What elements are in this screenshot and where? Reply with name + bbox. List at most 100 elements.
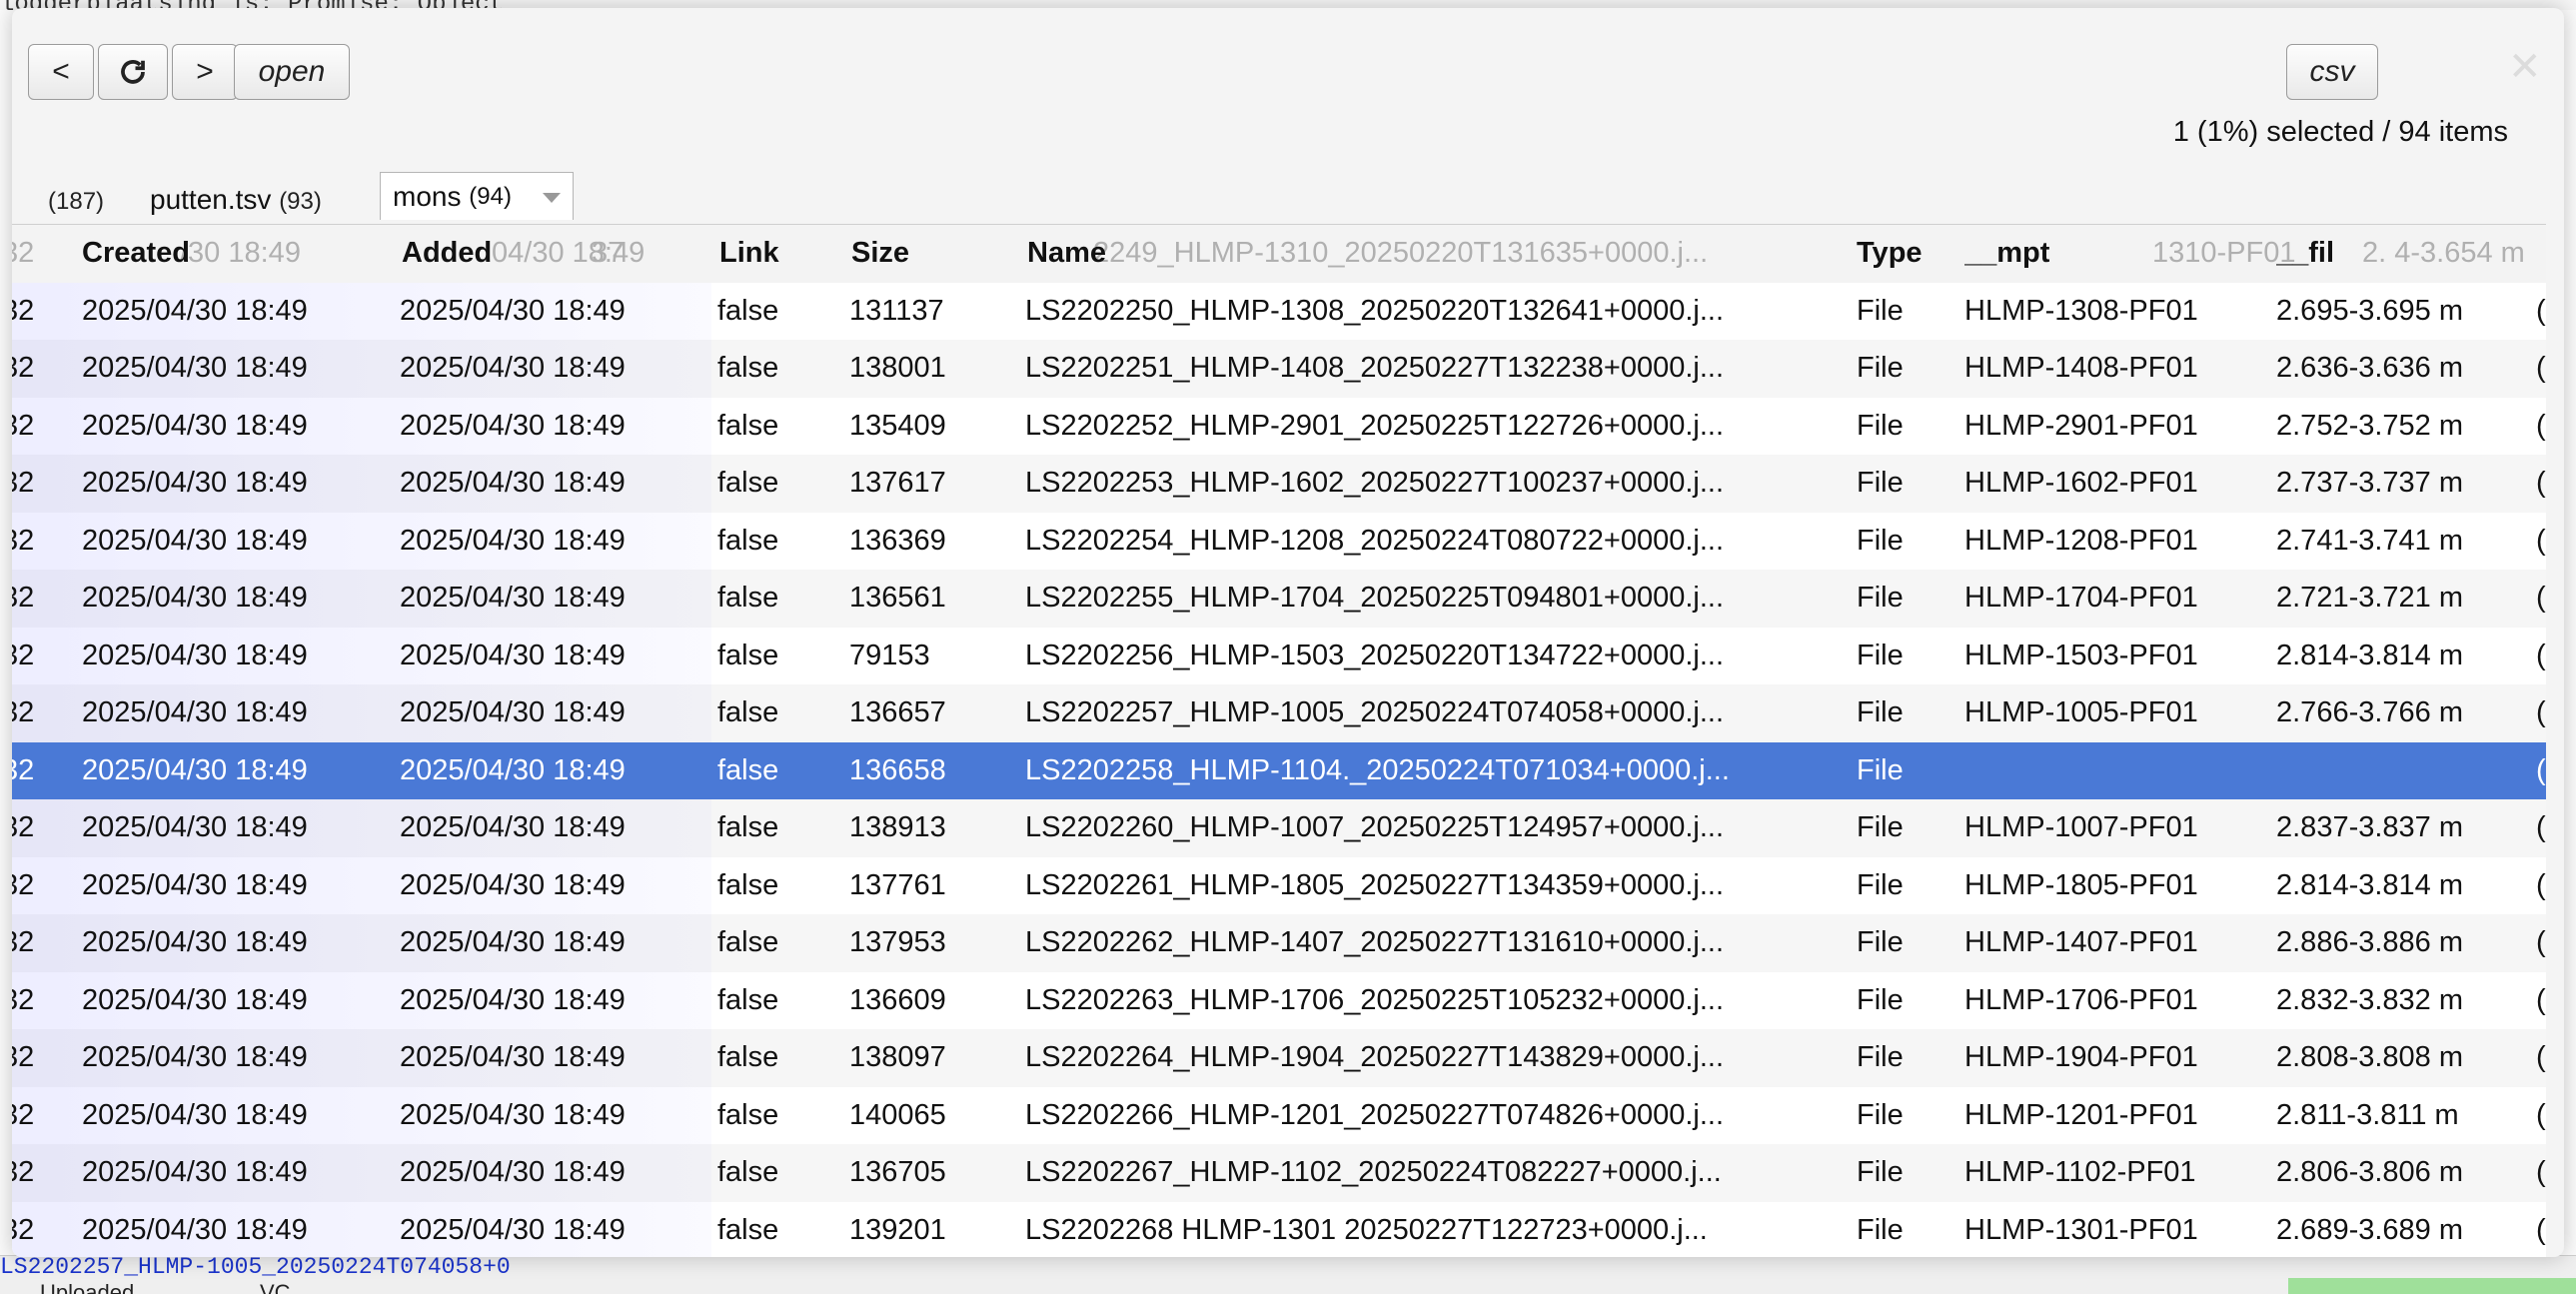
column-header-created[interactable]: Created [82, 225, 190, 283]
open-button[interactable]: open [234, 44, 350, 100]
column-header-fil[interactable]: __fil [2276, 225, 2334, 283]
table-row[interactable]: 32 2025/04/30 18:49 2025/04/30 18:49 false 1… [12, 1029, 2546, 1087]
table-row[interactable]: 32 2025/04/30 18:49 2025/04/30 18:49 false 1… [12, 799, 2546, 857]
cell-type: File [1857, 868, 1904, 901]
column-header-mpt[interactable]: __mpt [1964, 225, 2049, 283]
table-row[interactable]: 32 2025/04/30 18:49 2025/04/30 18:49 false 1… [12, 684, 2546, 742]
background-path-link[interactable]: LS2202257_HLMP-1005_20250224T074058+0 [0, 1256, 511, 1280]
table-row[interactable]: 32 2025/04/30 18:49 2025/04/30 18:49 false 1… [12, 455, 2546, 513]
cell-overflow: ( [2536, 352, 2546, 384]
cell-link: false [717, 1156, 779, 1188]
table-row[interactable]: 32 2025/04/30 18:49 2025/04/30 18:49 false 1… [12, 282, 2546, 340]
cell-mpt: HLMP-1102-PF01 [1964, 1156, 2196, 1188]
cell-link: false [717, 409, 779, 442]
cell-fil: 2.814-3.814 m [2276, 868, 2464, 901]
cell-created: 2025/04/30 18:49 [82, 582, 308, 614]
cell-added: 2025/04/30 18:49 [400, 868, 626, 901]
cell-link: false [717, 639, 779, 671]
cell-added: 2025/04/30 18:49 [400, 1098, 626, 1131]
cell-size: 131137 [849, 294, 944, 327]
table-row[interactable]: 32 2025/04/30 18:49 2025/04/30 18:49 false 1… [12, 512, 2546, 570]
table-row[interactable]: 32 2025/04/30 18:49 2025/04/30 18:49 false 7… [12, 627, 2546, 684]
cell-row-id: 32 [12, 467, 35, 499]
table-row[interactable]: 32 2025/04/30 18:49 2025/04/30 18:49 false 1… [12, 397, 2546, 455]
cell-size: 140065 [849, 1098, 946, 1131]
tab-mons[interactable]: mons (94) [380, 172, 574, 220]
refresh-button[interactable] [98, 44, 168, 100]
table-row[interactable]: 32 2025/04/30 18:49 2025/04/30 18:49 false 1… [12, 570, 2546, 628]
table-row[interactable]: 32 2025/04/30 18:49 2025/04/30 18:49 false 1… [12, 856, 2546, 914]
table-row[interactable]: 32 2025/04/30 18:49 2025/04/30 18:49 false 1… [12, 971, 2546, 1029]
cell-size: 136561 [849, 582, 946, 614]
column-header-size[interactable]: Size [851, 225, 909, 283]
cell-link: false [717, 294, 779, 327]
cell-row-id: 32 [12, 1156, 35, 1188]
cell-type: File [1857, 467, 1904, 499]
cell-added: 2025/04/30 18:49 [400, 639, 626, 671]
table-row[interactable]: 32 2025/04/30 18:49 2025/04/30 18:49 false 1… [12, 1144, 2546, 1202]
table-row[interactable]: 32 2025/04/30 18:49 2025/04/30 18:49 false 1… [12, 1086, 2546, 1144]
cell-created: 2025/04/30 18:49 [82, 294, 308, 327]
cell-name: LS2202252_HLMP-2901_20250225T122726+0000… [1025, 409, 1725, 442]
cell-mpt: HLMP-1201-PF01 [1964, 1098, 2198, 1131]
cell-overflow: ( [2536, 1098, 2546, 1131]
column-header-added[interactable]: Added [402, 225, 492, 283]
cell-link: false [717, 983, 779, 1016]
csv-button-label: csv [2309, 55, 2355, 88]
cell-fil: 2.721-3.721 m [2276, 582, 2464, 614]
table-row[interactable]: 32 2025/04/30 18:49 2025/04/30 18:49 false 1… [12, 340, 2546, 398]
cell-added: 2025/04/30 18:49 [400, 811, 626, 843]
tab-putten-label: putten.tsv [150, 184, 272, 215]
column-header-link[interactable]: Link [719, 225, 779, 283]
cell-link: false [717, 811, 779, 843]
cell-name: LS2202255_HLMP-1704_20250225T094801+0000… [1025, 582, 1725, 614]
background-tab-uploaded[interactable]: Uploaded [40, 1280, 134, 1294]
refresh-icon [121, 60, 145, 84]
column-header-type[interactable]: Type [1857, 225, 1923, 283]
cell-fil: 2.806-3.806 m [2276, 1156, 2464, 1188]
background-tab-vc[interactable]: VC [260, 1280, 291, 1294]
cell-overflow: ( [2536, 409, 2546, 442]
csv-button[interactable]: csv [2286, 44, 2378, 100]
tab-all[interactable]: (187) [48, 184, 104, 216]
background-green-indicator [2288, 1278, 2576, 1294]
tab-putten[interactable]: putten.tsv (93) [150, 184, 322, 216]
cell-link: false [717, 1098, 779, 1131]
cell-row-id: 32 [12, 409, 35, 442]
cell-created: 2025/04/30 18:49 [82, 926, 308, 958]
cell-type: File [1857, 811, 1904, 843]
cell-size: 138001 [849, 352, 946, 384]
cell-mpt: HLMP-1602-PF01 [1964, 467, 2198, 499]
chevron-down-icon[interactable] [543, 193, 561, 203]
cell-overflow: ( [2536, 811, 2546, 843]
cell-mpt: HLMP-1005-PF01 [1964, 696, 2198, 728]
prev-button[interactable]: < [28, 44, 94, 100]
cell-mpt: HLMP-1805-PF01 [1964, 868, 2198, 901]
cell-created: 2025/04/30 18:49 [82, 868, 308, 901]
cell-row-id: 32 [12, 352, 35, 384]
cell-added: 2025/04/30 18:49 [400, 696, 626, 728]
table-row[interactable]: 32 2025/04/30 18:49 2025/04/30 18:49 false 1… [12, 914, 2546, 972]
cell-row-id: 32 [12, 1213, 35, 1246]
cell-added: 2025/04/30 18:49 [400, 409, 626, 442]
cell-fil: 2.837-3.837 m [2276, 811, 2464, 843]
cell-type: File [1857, 696, 1904, 728]
cell-mpt: HLMP-1308-PF01 [1964, 294, 2198, 327]
cell-link: false [717, 1213, 779, 1246]
cell-added: 2025/04/30 18:49 [400, 352, 626, 384]
cell-fil: 2.636-3.636 m [2276, 352, 2464, 384]
cell-size: 136369 [849, 524, 946, 557]
next-button[interactable]: > [172, 44, 238, 100]
cell-type: File [1857, 1156, 1904, 1188]
cell-row-id: 32 [12, 1098, 35, 1131]
cell-name: LS2202251_HLMP-1408_20250227T132238+0000… [1025, 352, 1725, 384]
close-icon[interactable]: ✕ [2508, 44, 2542, 90]
cell-fil: 2.766-3.766 m [2276, 696, 2464, 728]
cell-fil: 2.811-3.811 m [2276, 1098, 2459, 1131]
cell-name: LS2202257_HLMP-1005_20250224T074058+0000… [1025, 696, 1725, 728]
table-row[interactable]: 32 2025/04/30 18:49 2025/04/30 18:49 false 1… [12, 1201, 2546, 1257]
column-header-name[interactable]: Name [1027, 225, 1106, 283]
table-row-selected[interactable]: 32 2025/04/30 18:49 2025/04/30 18:49 false 1… [12, 741, 2546, 799]
cell-row-id: 32 [12, 811, 35, 843]
cell-name: LS2202253_HLMP-1602_20250227T100237+0000… [1025, 467, 1725, 499]
